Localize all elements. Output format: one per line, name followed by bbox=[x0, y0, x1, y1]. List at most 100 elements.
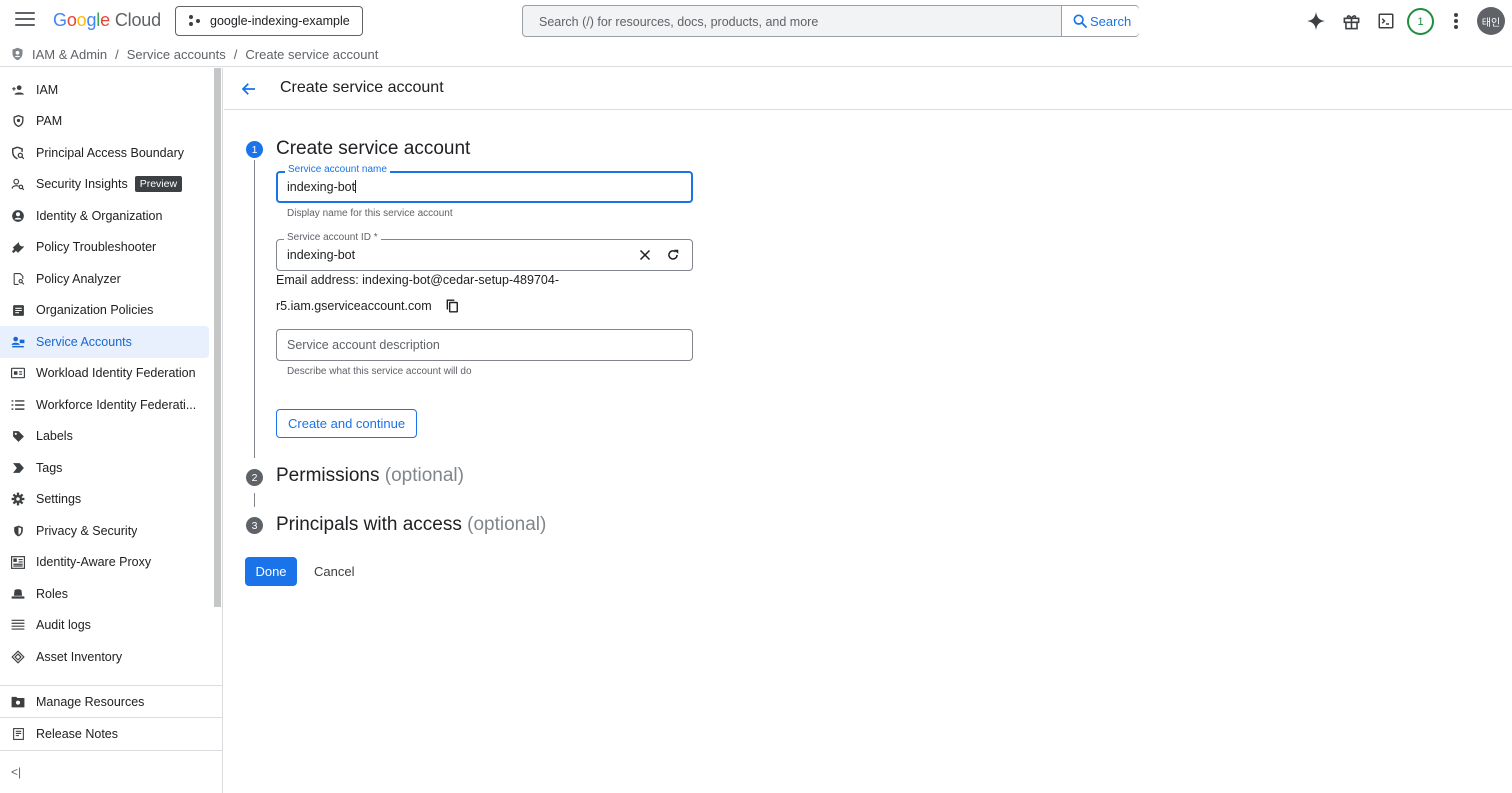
service-account-id-field[interactable]: Service account ID * indexing-bot bbox=[276, 232, 693, 271]
lines-icon bbox=[11, 618, 25, 632]
notification-count-badge[interactable]: 1 bbox=[1407, 8, 1434, 35]
gemini-sparkle-icon[interactable] bbox=[1305, 10, 1327, 32]
project-picker-button[interactable]: google-indexing-example bbox=[175, 6, 363, 36]
sidebar-item-tags[interactable]: Tags bbox=[0, 452, 209, 484]
done-button[interactable]: Done bbox=[245, 557, 297, 586]
cancel-button[interactable]: Cancel bbox=[306, 557, 362, 586]
field-hint: Display name for this service account bbox=[287, 208, 453, 219]
tag-arrow-icon bbox=[11, 461, 25, 475]
service-account-name-field[interactable]: Service account name indexing-bot bbox=[276, 164, 693, 203]
sidebar-item-pam[interactable]: PAM bbox=[0, 106, 209, 138]
person-add-icon bbox=[11, 83, 25, 97]
sidebar-item-asset-inventory[interactable]: Asset Inventory bbox=[0, 641, 209, 673]
avatar[interactable]: 태인 bbox=[1477, 7, 1505, 35]
refresh-icon[interactable] bbox=[665, 247, 681, 263]
sidebar-item-label: Workload Identity Federation bbox=[36, 366, 196, 381]
step-title-permissions[interactable]: Permissions (optional) bbox=[276, 465, 464, 487]
sidebar-item-organization-policies[interactable]: Organization Policies bbox=[0, 295, 209, 327]
sidebar-item-identity-aware-proxy[interactable]: Identity-Aware Proxy bbox=[0, 547, 209, 579]
optional-label: (optional) bbox=[384, 465, 464, 486]
search-input[interactable]: Search (/) for resources, docs, products… bbox=[539, 15, 818, 29]
back-arrow-icon[interactable] bbox=[240, 80, 258, 98]
sidebar-item-label: Principal Access Boundary bbox=[36, 145, 184, 160]
field-value: indexing-bot bbox=[287, 180, 357, 194]
sidebar-item-label: PAM bbox=[36, 114, 63, 129]
document-search-icon bbox=[11, 272, 25, 286]
sidebar-item-release-notes[interactable]: Release Notes bbox=[0, 717, 222, 749]
field-hint: Describe what this service account will … bbox=[287, 366, 472, 377]
sidebar-item-label: Settings bbox=[36, 492, 82, 507]
account-circle-icon bbox=[11, 209, 25, 223]
close-icon[interactable] bbox=[637, 247, 653, 263]
hat-icon bbox=[11, 587, 25, 601]
project-name: google-indexing-example bbox=[210, 14, 350, 28]
optional-label: (optional) bbox=[467, 514, 547, 535]
step-number: 2 bbox=[246, 469, 263, 486]
sidebar-item-workforce-identity-federation[interactable]: Workforce Identity Federati... bbox=[0, 389, 209, 421]
google-cloud-logo[interactable]: Google Cloud bbox=[53, 10, 161, 31]
sidebar-item-label: Identity-Aware Proxy bbox=[36, 555, 152, 570]
gear-icon bbox=[11, 492, 25, 506]
shield-icon bbox=[11, 524, 25, 538]
logo-letter: e bbox=[100, 10, 110, 30]
field-label: Service account name bbox=[285, 164, 390, 175]
step-title-create[interactable]: Create service account bbox=[276, 138, 470, 160]
search-bar[interactable]: Search (/) for resources, docs, products… bbox=[522, 5, 1139, 37]
notes-icon bbox=[11, 727, 25, 741]
list-icon bbox=[11, 398, 25, 412]
sidebar-scrollbar[interactable] bbox=[214, 68, 221, 607]
sidebar-item-policy-troubleshooter[interactable]: Policy Troubleshooter bbox=[0, 232, 209, 264]
more-vert-icon[interactable] bbox=[1445, 10, 1467, 32]
sidebar-item-service-accounts[interactable]: Service Accounts bbox=[0, 326, 209, 358]
sidebar-item-label: Organization Policies bbox=[36, 303, 154, 318]
stepper-connector bbox=[254, 160, 255, 458]
search-button[interactable]: Search bbox=[1061, 6, 1139, 36]
create-and-continue-button[interactable]: Create and continue bbox=[276, 409, 418, 438]
sidebar-item-privacy-security[interactable]: Privacy & Security bbox=[0, 515, 209, 547]
copy-icon[interactable] bbox=[445, 299, 459, 313]
sidebar-item-label: Policy Analyzer bbox=[36, 271, 121, 286]
collapse-sidebar-icon[interactable]: <| bbox=[11, 765, 21, 779]
breadcrumb-separator: / bbox=[233, 46, 238, 62]
breadcrumb-current: Create service account bbox=[245, 46, 379, 62]
sidebar-item-policy-analyzer[interactable]: Policy Analyzer bbox=[0, 263, 209, 295]
sidebar-item-audit-logs[interactable]: Audit logs bbox=[0, 610, 209, 642]
label-icon bbox=[11, 429, 25, 443]
sidebar-item-label: Labels bbox=[36, 429, 73, 444]
breadcrumb-iam-admin[interactable]: IAM & Admin bbox=[32, 47, 107, 62]
text-caret bbox=[355, 180, 357, 193]
sidebar-item-label: Identity & Organization bbox=[36, 208, 163, 223]
sidebar-item-roles[interactable]: Roles bbox=[0, 578, 209, 610]
wrench-icon bbox=[11, 240, 25, 254]
project-nodes-icon bbox=[188, 14, 202, 28]
sidebar-item-iam[interactable]: IAM bbox=[0, 74, 209, 106]
article-icon bbox=[11, 303, 25, 317]
sidebar-item-workload-identity-federation[interactable]: Workload Identity Federation bbox=[0, 358, 209, 390]
breadcrumb-service-accounts[interactable]: Service accounts bbox=[127, 47, 226, 62]
sidebar-item-security-insights[interactable]: Security Insights Preview bbox=[0, 169, 209, 201]
sidebar-item-identity-organization[interactable]: Identity & Organization bbox=[0, 200, 209, 232]
cloud-shell-icon[interactable] bbox=[1375, 10, 1397, 32]
search-icon bbox=[1073, 14, 1087, 28]
menu-icon[interactable] bbox=[15, 12, 35, 30]
step-title-principals[interactable]: Principals with access (optional) bbox=[276, 514, 546, 536]
description-placeholder: Service account description bbox=[287, 338, 440, 352]
sidebar-item-labels[interactable]: Labels bbox=[0, 421, 209, 453]
breadcrumb-separator: / bbox=[115, 46, 119, 62]
sidebar-divider bbox=[0, 750, 222, 751]
service-account-icon bbox=[11, 335, 25, 349]
proxy-icon bbox=[11, 555, 25, 569]
sidebar-item-principal-access-boundary[interactable]: Principal Access Boundary bbox=[0, 137, 209, 169]
email-address-text-continued: r5.iam.gserviceaccount.com bbox=[276, 299, 432, 313]
sidebar-item-label: Policy Troubleshooter bbox=[36, 240, 157, 255]
sidebar-item-manage-resources[interactable]: Manage Resources bbox=[0, 685, 222, 717]
sidebar-item-settings[interactable]: Settings bbox=[0, 484, 209, 516]
sidebar-bottom: Manage Resources Release Notes bbox=[0, 685, 222, 749]
shield-search-icon bbox=[11, 146, 25, 160]
sidebar-item-label: Manage Resources bbox=[36, 694, 145, 709]
badge-icon bbox=[11, 366, 25, 380]
sidebar: IAM PAM Principal Access Boundary Securi… bbox=[0, 68, 223, 793]
gift-icon[interactable] bbox=[1340, 10, 1362, 32]
logo-letter: o bbox=[66, 10, 77, 30]
service-account-description-field[interactable]: Service account description bbox=[276, 329, 693, 361]
